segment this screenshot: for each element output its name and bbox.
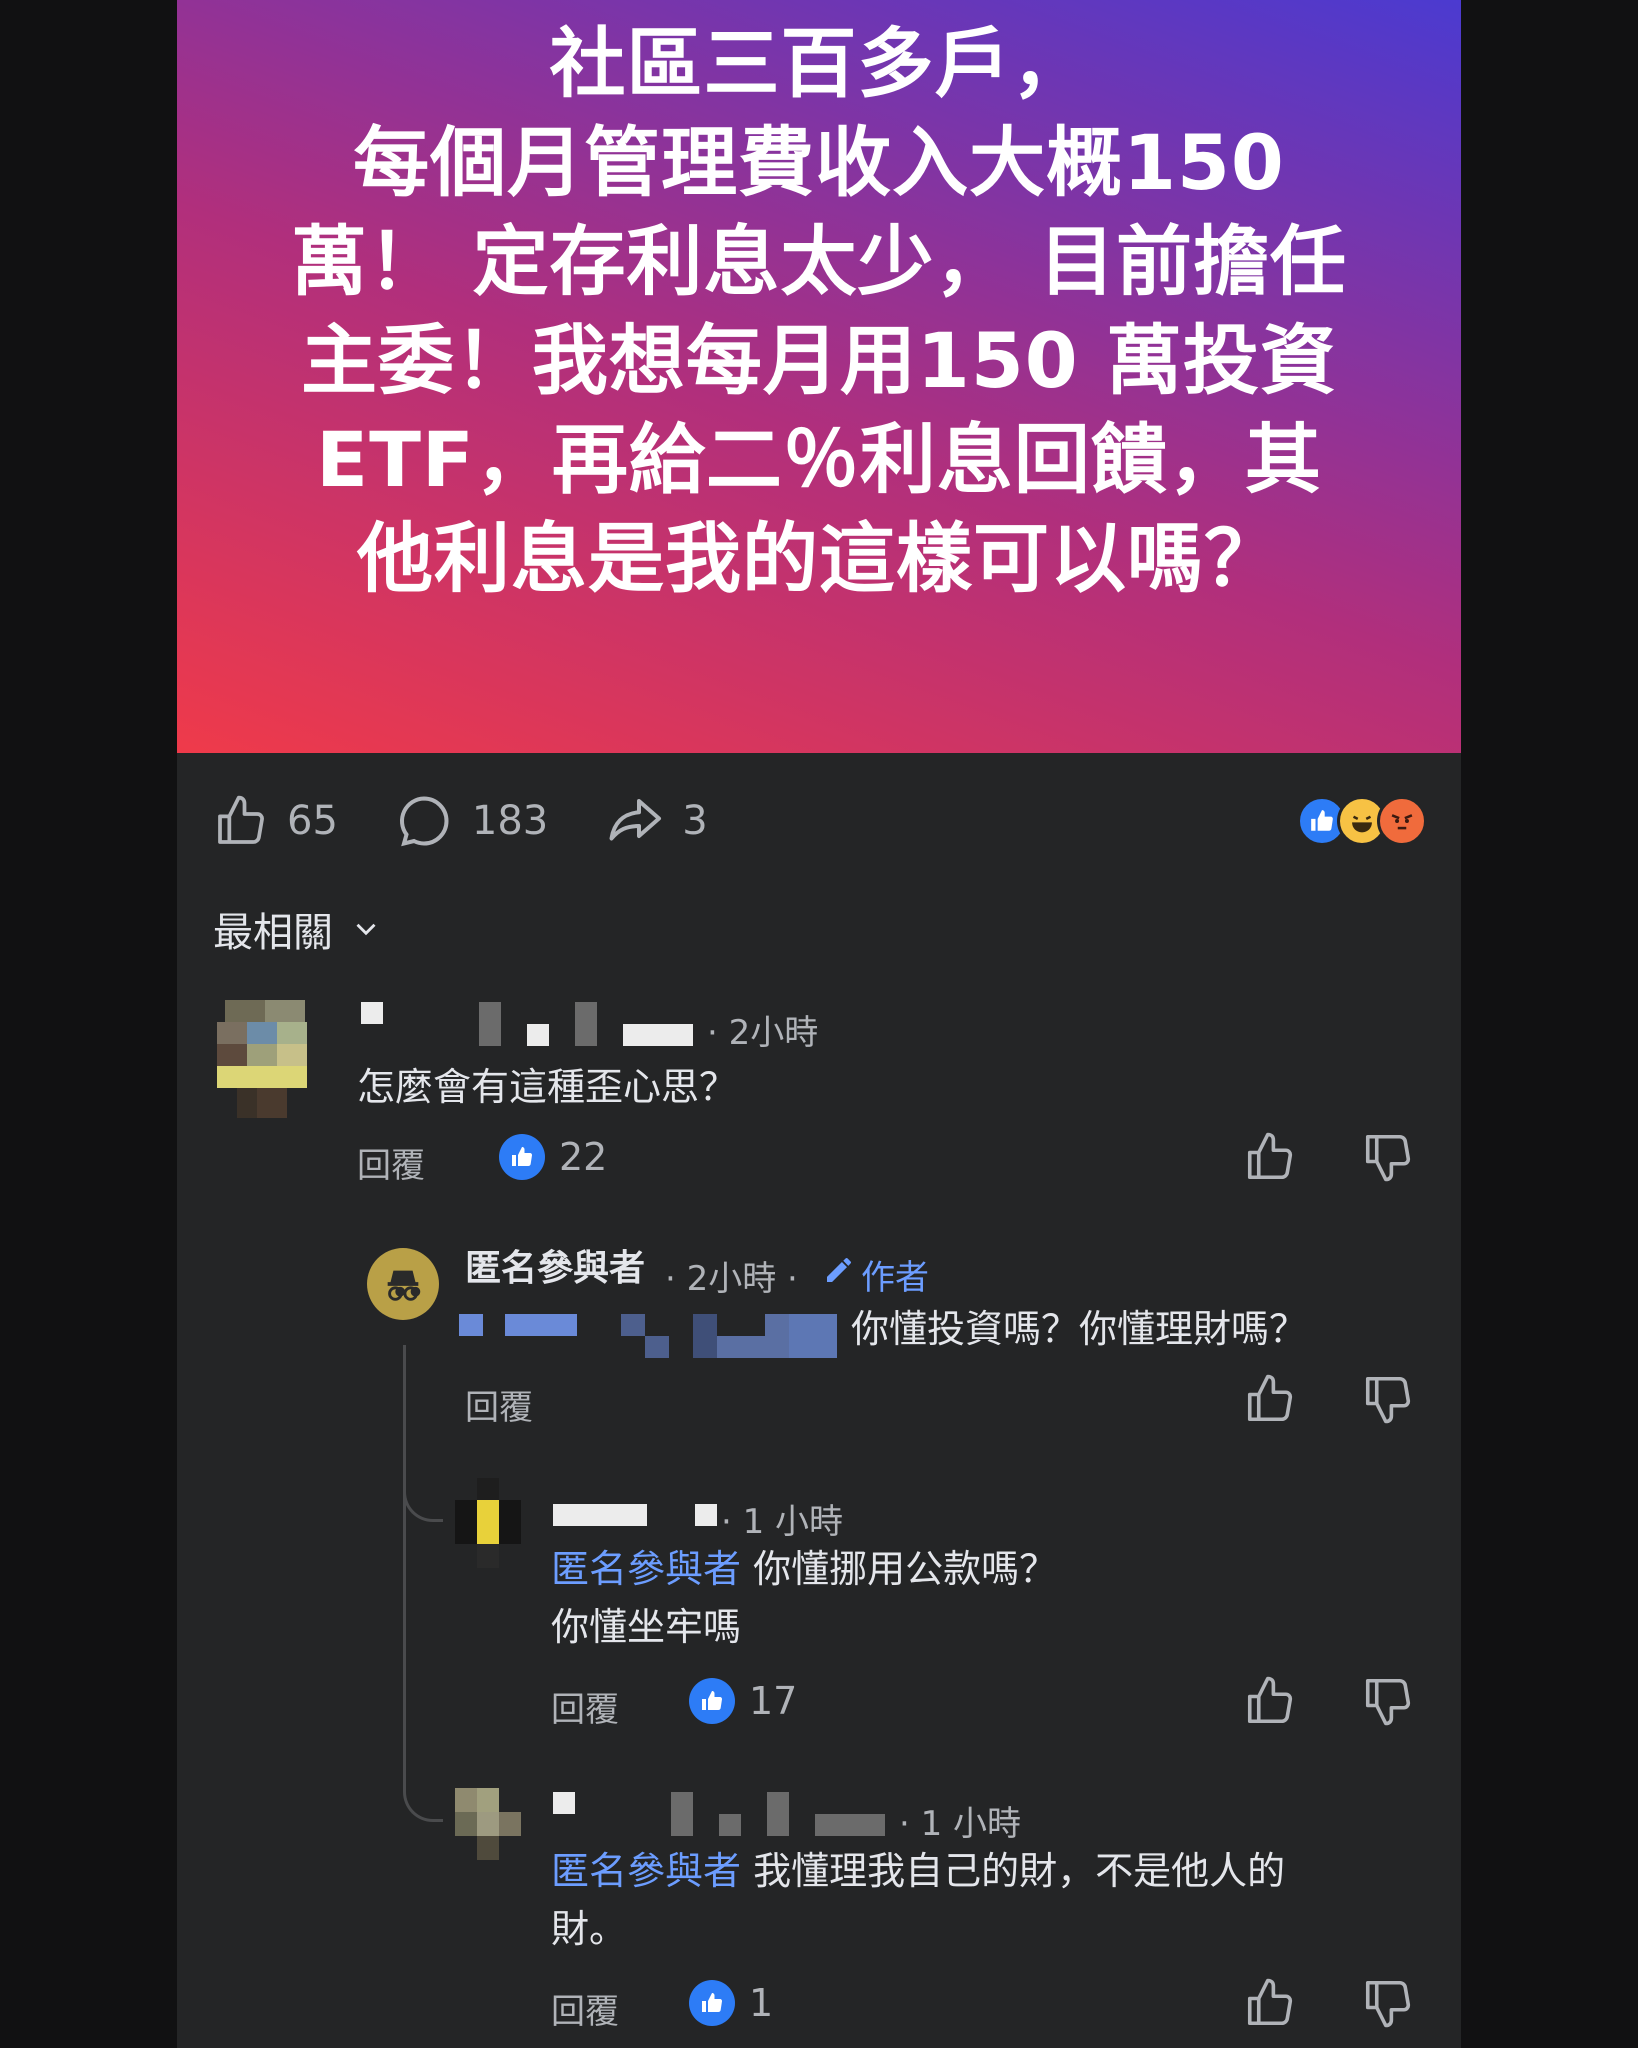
comment-action[interactable]: 183 [394,791,548,851]
redacted-mention [505,1314,577,1336]
chevron-down-icon [356,923,376,936]
like-reaction-icon [689,1678,735,1724]
mention-link[interactable]: 匿名參與者 [551,1547,741,1591]
like-reaction-icon [689,1980,735,2026]
thread-connector [403,1760,443,1822]
like-number: 17 [749,1679,798,1723]
redacted-name [815,1814,885,1836]
comment-text: 怎麼會有這種歪心思？ [357,1065,738,1109]
angry-reaction-icon [1377,796,1427,846]
reply-button[interactable]: 回覆 [551,1682,619,1731]
redacted-mention [693,1314,717,1358]
redacted-mention [621,1314,645,1336]
comment-bubble-icon [399,796,449,847]
redacted-name [719,1814,741,1836]
anonymous-avatar[interactable] [367,1248,439,1320]
avatar[interactable] [455,1478,523,1574]
share-arrow-icon [609,799,662,841]
mention-link[interactable]: 匿名參與者 [551,1849,741,1893]
comment-like-count[interactable]: 17 [689,1678,797,1724]
like-number: 22 [559,1135,608,1179]
comment-time: · 2小時 [707,1013,819,1053]
redacted-name [767,1792,789,1836]
avatar[interactable] [455,1788,523,1860]
redacted-name [553,1792,575,1814]
post-frame: 社區三百多戶， 每個月管理費收入大概150 萬！ 定存利息太少， 目前擔任 主委… [177,0,1461,2048]
upvote-icon[interactable] [1243,1130,1297,1184]
comment-text: 你懂投資嗎？你懂理財嗎？ [851,1307,1308,1351]
comment-author[interactable]: 匿名參與者 [465,1240,645,1298]
comment-sort-dropdown[interactable]: 最相關 [213,900,383,958]
like-action[interactable]: 65 [213,793,338,849]
comment-text: 匿名參與者 你懂挪用公款嗎？ 你懂坐牢嗎 [551,1540,1057,1656]
upvote-icon[interactable] [1243,1976,1297,2030]
upvote-icon[interactable] [1243,1372,1297,1426]
redacted-name [575,1002,597,1046]
like-count: 65 [287,798,338,844]
post-background: 社區三百多戶， 每個月管理費收入大概150 萬！ 定存利息太少， 目前擔任 主委… [177,0,1461,753]
comment-time: · 1 小時 [899,1804,1022,1844]
downvote-icon[interactable] [1361,1674,1415,1728]
redacted-name [695,1504,717,1526]
redacted-name [361,1002,383,1024]
reply-button[interactable]: 回覆 [551,1984,619,2033]
redacted-name [623,1024,693,1046]
thread-line [403,1480,406,1770]
pencil-icon [827,1258,851,1282]
redacted-name [671,1792,693,1836]
comment-time: · 1 小時 [721,1502,844,1542]
redacted-mention [459,1314,483,1336]
downvote-icon[interactable] [1361,1130,1415,1184]
comment-time: · 2小時 · [665,1259,798,1299]
redacted-name [527,1024,549,1046]
redacted-name [479,1002,501,1046]
comment-text: 匿名參與者 我懂理我自己的財，不是他人的 財。 [551,1842,1431,1958]
share-action[interactable]: 3 [604,791,708,851]
downvote-icon[interactable] [1361,1372,1415,1426]
comment-like-count[interactable]: 1 [689,1980,773,2026]
avatar[interactable] [217,1000,307,1120]
like-reaction-icon [499,1134,545,1180]
upvote-icon[interactable] [1243,1674,1297,1728]
comment-like-count[interactable]: 22 [499,1134,607,1180]
share-count: 3 [682,798,708,844]
sort-label: 最相關 [213,910,333,956]
author-badge: 作者 [861,1258,929,1298]
action-bar: 65 183 3 [213,786,764,856]
incognito-icon [387,1270,421,1301]
reply-button[interactable]: 回覆 [465,1380,533,1429]
post-text: 社區三百多戶， 每個月管理費收入大概150 萬！ 定存利息太少， 目前擔任 主委… [291,19,1347,603]
redacted-mention [789,1314,837,1358]
redacted-name [553,1504,647,1526]
like-number: 1 [749,1981,774,2025]
reply-button[interactable]: 回覆 [357,1138,425,1187]
reaction-summary[interactable] [1297,796,1427,846]
redacted-mention [645,1336,669,1358]
comment-count: 183 [471,798,549,844]
thumbs-up-icon [218,795,264,844]
thread-connector [403,1460,443,1522]
downvote-icon[interactable] [1361,1976,1415,2030]
